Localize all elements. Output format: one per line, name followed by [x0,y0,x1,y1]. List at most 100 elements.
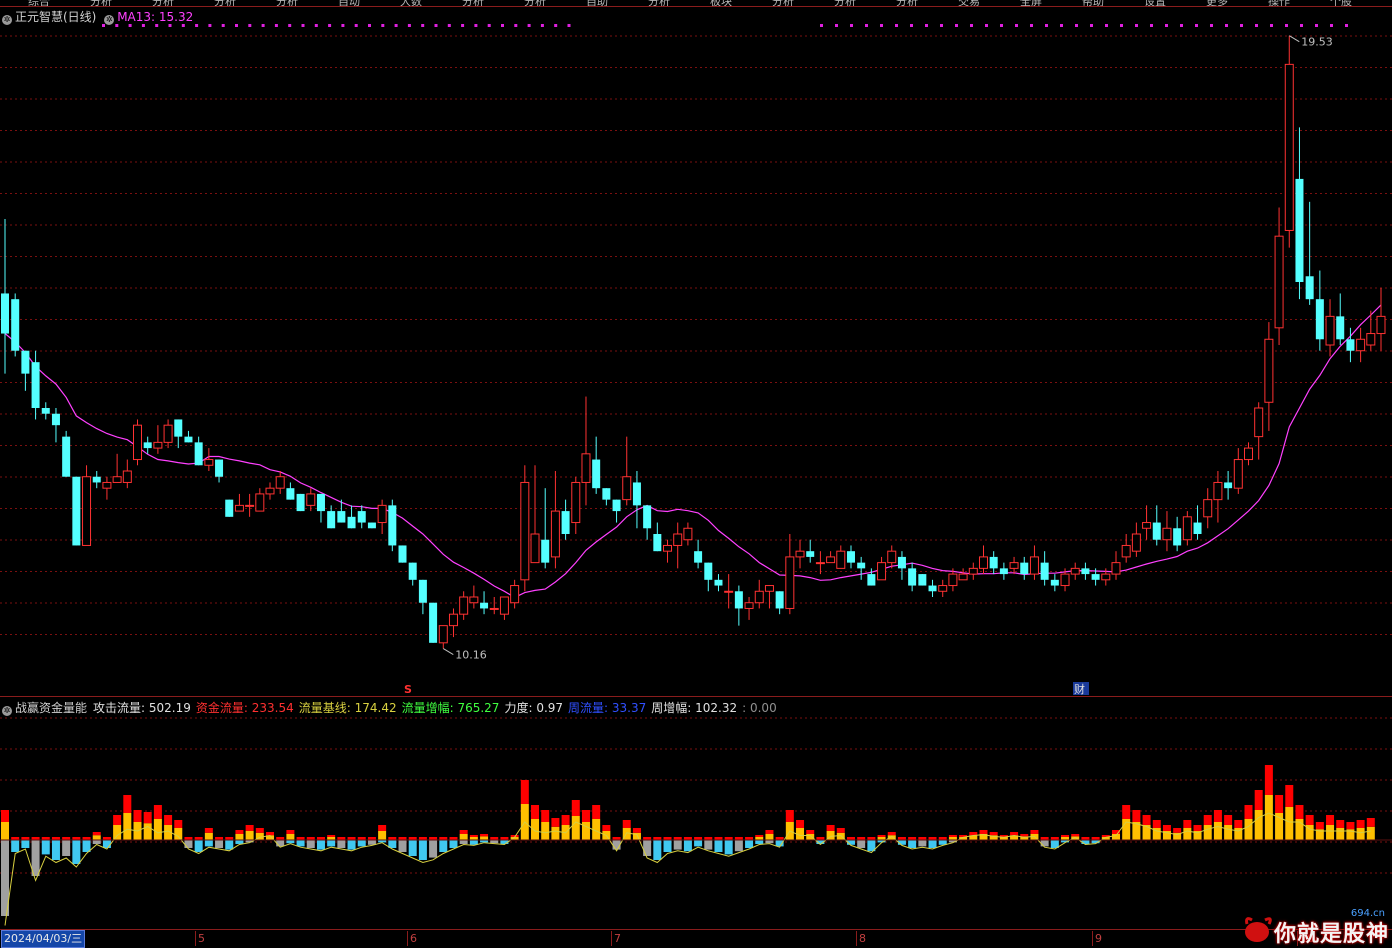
candle-body [367,522,376,529]
low-label: 10.16 [455,649,487,662]
candle-body [1060,573,1070,587]
signal-dot [474,24,478,27]
volume-bar-negative [429,840,438,858]
volume-bar-negative [612,840,621,850]
candle-body [1070,567,1080,575]
signal-dot [354,24,358,27]
candle-body [1162,527,1172,541]
candle-body [286,488,295,500]
kline-chart[interactable]: 19.53 10.16 S 财 [0,0,1392,947]
candle-body [153,441,163,449]
volume-bar-red [765,830,774,834]
volume-bar-red [327,835,336,837]
candle-body [1243,447,1253,461]
volume-bar-red [989,832,998,836]
volume-bar-negative [653,840,662,860]
volume-bar-negative [439,840,448,852]
signal-dot [328,24,332,27]
candle-body [581,453,591,483]
signal-dot [895,24,898,27]
candle-body [499,596,509,615]
candle-body [133,424,143,461]
candle-body [459,596,469,615]
volume-bar-negative [357,840,366,847]
volume-bar-red [245,825,254,831]
candle-body [1009,562,1019,569]
candle-body [877,562,887,581]
candle-body [265,487,275,495]
candle-body [632,482,641,506]
candle-body [1040,562,1049,580]
candle-body [204,459,214,466]
candle-body [714,579,723,586]
candle-body [480,602,489,609]
volume-bar-red [1193,825,1202,831]
candle-body [296,493,305,512]
cai-marker: 财 [1074,682,1085,696]
candle-body [764,585,774,592]
candle-body [683,527,693,541]
candle-body [408,562,417,580]
volume-bar-negative [72,840,81,864]
candle-body [82,476,92,546]
candle-body [510,585,520,604]
signal-dot [835,24,838,27]
volume-bar-negative [92,840,101,844]
candle-body [1233,459,1243,489]
candle-body [1336,316,1345,340]
signal-dot [1045,24,1048,27]
volume-bar-red [1213,810,1222,822]
signal-dot [1030,24,1033,27]
volume-bar-red [1020,834,1029,837]
volume-bar-red [541,810,550,822]
volume-bar-red [1366,818,1375,827]
volume-bar-negative [449,840,458,848]
candle-body [846,551,855,563]
volume-bar-red [796,820,805,828]
volume-bar-yellow [459,834,468,840]
candle-body [785,556,795,609]
candle-body [663,544,673,552]
volume-bar-negative [714,840,723,852]
volume-bar-red [1071,834,1080,837]
candle-body [234,504,244,512]
candle-body [337,511,346,523]
signal-dot [368,24,371,27]
signal-dot [925,24,928,27]
month-tick: 5 [195,931,205,946]
volume-bar-red [1254,790,1263,810]
volume-bar-negative [704,840,713,850]
volume-bar-yellow [174,828,183,840]
signal-dot [970,24,973,27]
volume-bar-red [1162,825,1171,831]
signal-dot [128,24,132,27]
volume-bar-red [286,830,295,834]
signal-dot [314,24,318,27]
candle-body [1121,544,1131,558]
date-axis: 2024/04/03/三 5 6 7 8 9 10 [0,929,1392,948]
volume-bar-negative [204,840,213,847]
signal-dot [1165,24,1168,27]
volume-bar-red [92,832,101,836]
volume-bar-red [378,825,387,831]
volume-bar-negative [398,840,407,852]
candle-body [520,481,530,581]
volume-bar-red [1295,805,1304,819]
signal-dot [1255,24,1258,27]
signal-dot [1180,24,1183,27]
volume-bar-negative [367,840,376,845]
candle-body [174,419,183,437]
candle-body [11,299,20,351]
volume-bar-red [520,780,529,804]
volume-bar-red [592,805,601,819]
volume-bar-yellow [378,831,387,840]
candle-body [1091,574,1100,580]
signal-dot [301,24,305,27]
candle-body [1050,579,1059,586]
signal-dot [288,24,292,27]
signal-dot [261,24,265,27]
candle-body [1366,333,1376,346]
signal-dot [567,24,571,27]
volume-bar-yellow [765,834,774,840]
signal-dot [1345,24,1348,27]
